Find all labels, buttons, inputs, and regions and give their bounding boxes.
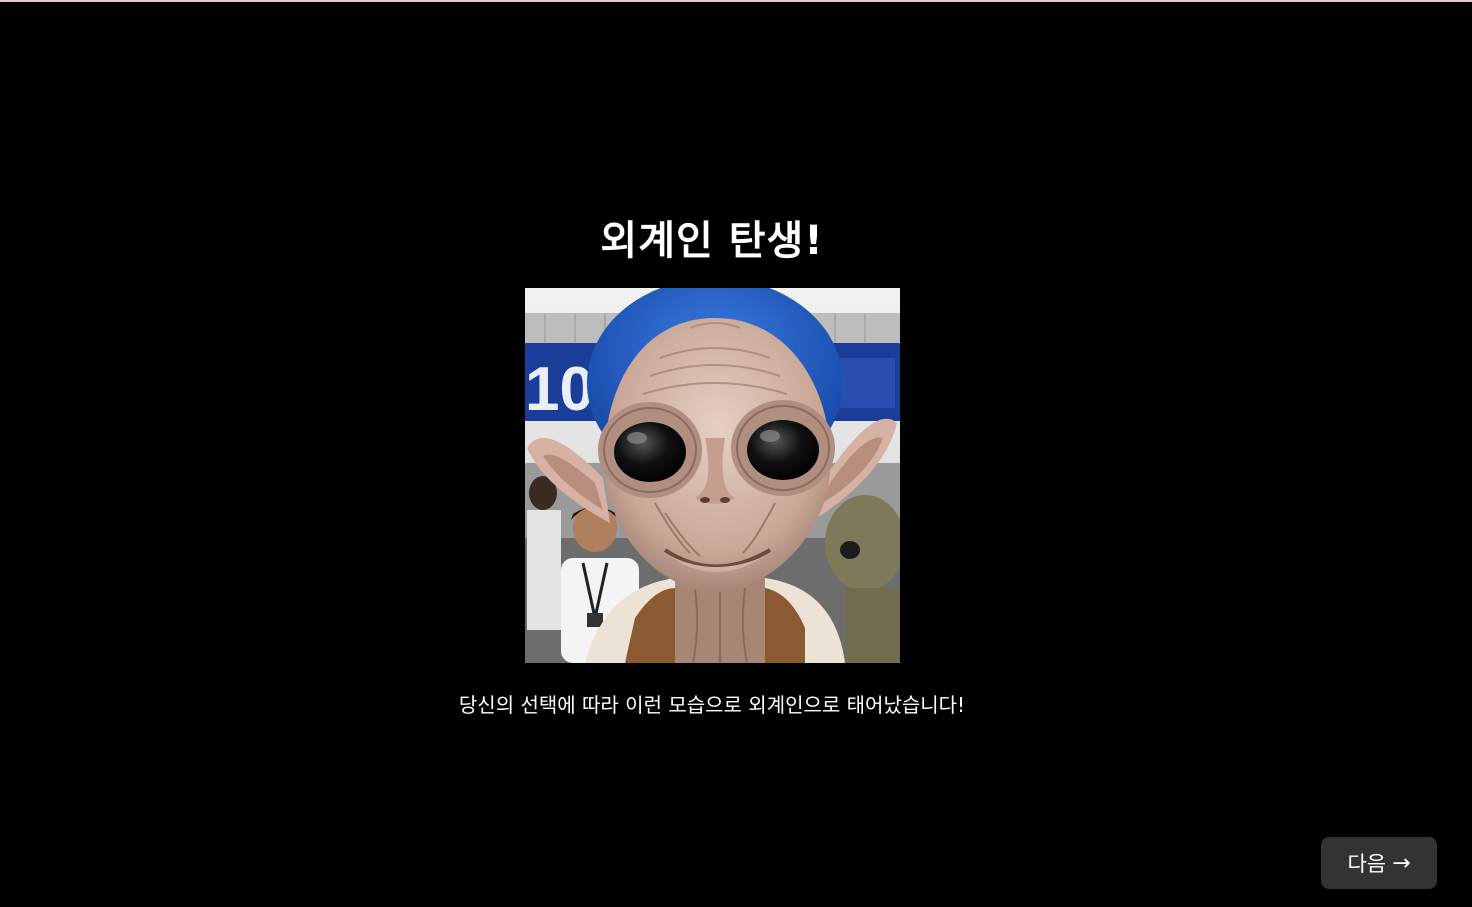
next-button-label: 다음 (1347, 852, 1387, 876)
arrow-right-icon: → (1392, 850, 1411, 876)
next-button[interactable]: 다음 → (1321, 837, 1437, 889)
result-caption: 당신의 선택에 따라 이런 모습으로 외계인으로 태어났습니다! (458, 693, 966, 717)
result-screen: 외계인 탄생! 10: 당신의 선택에 따라 이런 모습으로 외계인으로 태어났… (0, 0, 1472, 907)
page-title: 외계인 탄생! (600, 218, 824, 264)
alien-image: 10: (525, 288, 900, 663)
